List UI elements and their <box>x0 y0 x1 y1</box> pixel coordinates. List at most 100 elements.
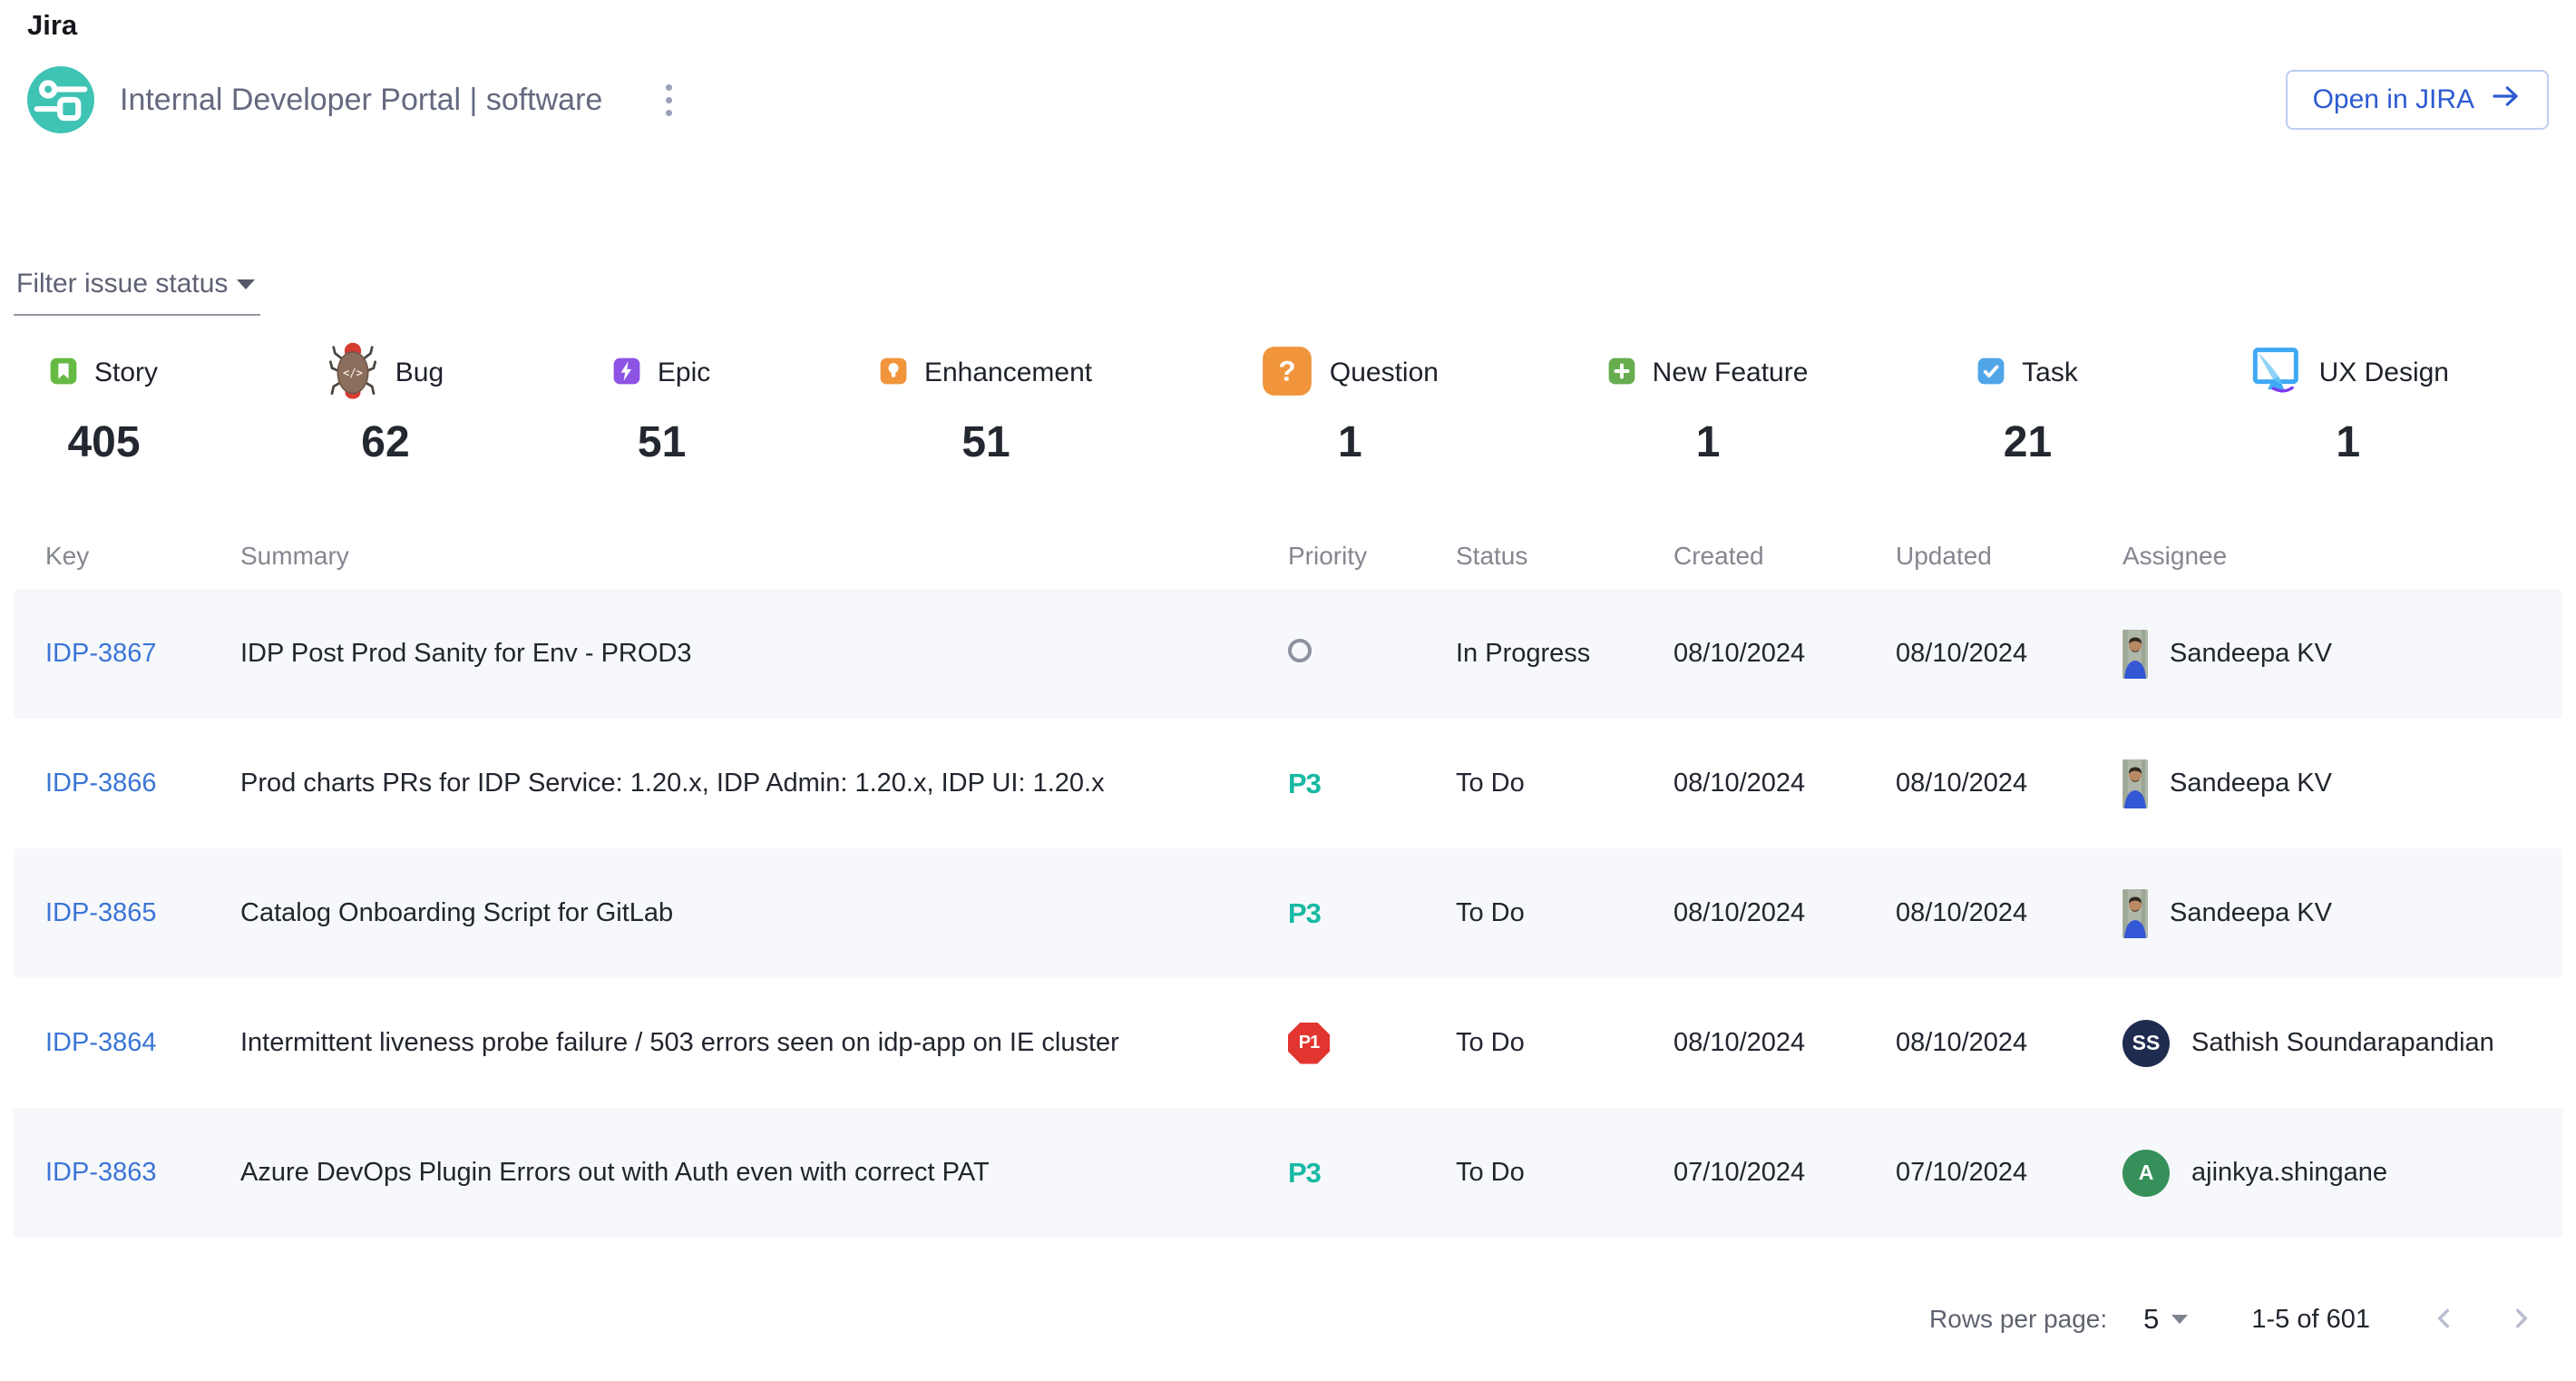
issue-type-count: 405 <box>67 417 140 467</box>
assignee-photo-avatar <box>2122 889 2148 938</box>
pagination-range: 1-5 of 601 <box>2251 1305 2370 1335</box>
column-header-created: Created <box>1673 542 1896 571</box>
assignee-initials: SS <box>2122 1020 2170 1067</box>
chevron-down-icon <box>2171 1315 2188 1324</box>
issue-type-counter: New Feature 1 <box>1608 343 1809 467</box>
issue-type-count: 1 <box>1696 417 1721 467</box>
assignee-initials-avatar: SS <box>2122 1020 2170 1067</box>
next-page-button[interactable] <box>2506 1304 2535 1336</box>
issue-type-counter: Task 21 <box>1977 343 2078 467</box>
issue-type-counter: Enhancement 51 <box>880 343 1092 467</box>
filter-issue-status-dropdown[interactable]: Filter issue status <box>14 269 260 316</box>
issue-type-label: Question <box>1330 357 1439 388</box>
table-row[interactable]: IDP-3864 Intermittent liveness probe fai… <box>14 978 2562 1108</box>
issue-summary: IDP Post Prod Sanity for Env - PROD3 <box>240 639 1288 669</box>
issue-key-link[interactable]: IDP-3867 <box>45 639 157 668</box>
open-in-jira-label: Open in JIRA <box>2313 84 2474 115</box>
issue-assignee: Sandeepa KV <box>2122 889 2562 938</box>
issue-type-count: 51 <box>961 417 1010 467</box>
epic-icon <box>613 357 640 389</box>
issue-type-counter: </> Bug 62 <box>327 343 444 467</box>
rows-per-page-label: Rows per page: <box>1929 1305 2107 1334</box>
issue-type-count: 21 <box>2004 417 2052 467</box>
issue-updated-date: 08/10/2024 <box>1896 898 2122 928</box>
priority-none-icon <box>1288 639 1312 662</box>
ux-design-icon <box>2248 344 2302 403</box>
issue-type-label: Epic <box>658 357 710 388</box>
issue-status: To Do <box>1456 898 1673 928</box>
issue-key-link[interactable]: IDP-3866 <box>45 769 157 798</box>
issue-type-label: New Feature <box>1653 357 1809 388</box>
issue-updated-date: 08/10/2024 <box>1896 639 2122 669</box>
enhancement-icon <box>880 357 907 389</box>
issue-summary: Intermittent liveness probe failure / 50… <box>240 1028 1288 1058</box>
svg-text:?: ? <box>1278 354 1295 387</box>
chevron-left-icon <box>2430 1304 2459 1336</box>
assignee-initials-avatar: A <box>2122 1150 2170 1197</box>
assignee-name: Sandeepa KV <box>2170 898 2332 928</box>
table-row[interactable]: IDP-3866 Prod charts PRs for IDP Service… <box>14 719 2562 848</box>
issue-type-counter: UX Design 1 <box>2248 343 2449 467</box>
issue-priority: P3 <box>1288 1157 1456 1190</box>
column-header-status: Status <box>1456 542 1673 571</box>
issue-created-date: 08/10/2024 <box>1673 898 1896 928</box>
issue-created-date: 07/10/2024 <box>1673 1158 1896 1188</box>
issue-type-counter: ? Question 1 <box>1262 343 1439 467</box>
kebab-menu-icon[interactable] <box>659 77 679 123</box>
arrow-right-icon <box>2491 83 2522 117</box>
priority-p1-badge: P1 <box>1288 1023 1330 1064</box>
issue-created-date: 08/10/2024 <box>1673 769 1896 798</box>
issue-assignee: Sandeepa KV <box>2122 759 2562 808</box>
open-in-jira-button[interactable]: Open in JIRA <box>2286 70 2549 130</box>
issue-type-counter: Story 405 <box>50 343 158 467</box>
issue-type-count: 51 <box>638 417 686 467</box>
issue-status: To Do <box>1456 1028 1673 1058</box>
rows-per-page-select[interactable]: 5 <box>2143 1303 2188 1336</box>
issue-priority: P3 <box>1288 768 1456 800</box>
bug-icon: </> <box>327 340 378 406</box>
rows-per-page-value: 5 <box>2143 1303 2159 1336</box>
issue-key-link[interactable]: IDP-3865 <box>45 898 157 927</box>
issue-summary: Azure DevOps Plugin Errors out with Auth… <box>240 1158 1288 1188</box>
issue-type-counter: Epic 51 <box>613 343 710 467</box>
assignee-name: Sathish Soundarapandian <box>2191 1028 2494 1058</box>
table-row[interactable]: IDP-3867 IDP Post Prod Sanity for Env - … <box>14 589 2562 719</box>
priority-p3-label: P3 <box>1288 897 1321 929</box>
filter-issue-status-label: Filter issue status <box>16 269 228 299</box>
issue-assignee: A ajinkya.shingane <box>2122 1150 2562 1197</box>
issue-key-link[interactable]: IDP-3864 <box>45 1028 157 1057</box>
issue-assignee: SS Sathish Soundarapandian <box>2122 1020 2562 1067</box>
previous-page-button[interactable] <box>2430 1304 2459 1336</box>
issue-type-label: Enhancement <box>924 357 1092 388</box>
story-icon <box>50 357 77 389</box>
issue-priority <box>1288 639 1456 670</box>
page-title: Jira <box>27 0 2549 42</box>
column-header-assignee: Assignee <box>2122 542 2562 571</box>
table-row[interactable]: IDP-3865 Catalog Onboarding Script for G… <box>14 848 2562 978</box>
question-icon: ? <box>1262 346 1312 401</box>
issue-assignee: Sandeepa KV <box>2122 630 2562 679</box>
assignee-photo-avatar <box>2122 630 2148 679</box>
new-feature-icon <box>1608 357 1635 389</box>
issue-priority: P1 <box>1288 1023 1456 1064</box>
issue-priority: P3 <box>1288 897 1456 930</box>
issue-summary: Catalog Onboarding Script for GitLab <box>240 898 1288 928</box>
chevron-down-icon <box>237 279 255 289</box>
issue-type-count: 62 <box>361 417 409 467</box>
issue-status: In Progress <box>1456 639 1673 669</box>
priority-p3-label: P3 <box>1288 768 1321 799</box>
issue-type-count: 1 <box>2336 417 2360 467</box>
entity-title: Internal Developer Portal | software <box>120 83 602 118</box>
svg-text:</>: </> <box>343 367 363 379</box>
issue-key-link[interactable]: IDP-3863 <box>45 1158 157 1187</box>
table-row[interactable]: IDP-3863 Azure DevOps Plugin Errors out … <box>14 1108 2562 1238</box>
issues-table: IDP-3867 IDP Post Prod Sanity for Env - … <box>0 589 2576 1238</box>
chevron-right-icon <box>2506 1304 2535 1336</box>
column-header-key: Key <box>45 542 240 571</box>
issue-updated-date: 08/10/2024 <box>1896 769 2122 798</box>
issue-type-label: Task <box>2022 357 2078 388</box>
assignee-name: Sandeepa KV <box>2170 639 2332 669</box>
assignee-initials: A <box>2122 1150 2170 1197</box>
issue-summary: Prod charts PRs for IDP Service: 1.20.x,… <box>240 769 1288 798</box>
column-header-priority: Priority <box>1288 542 1456 571</box>
